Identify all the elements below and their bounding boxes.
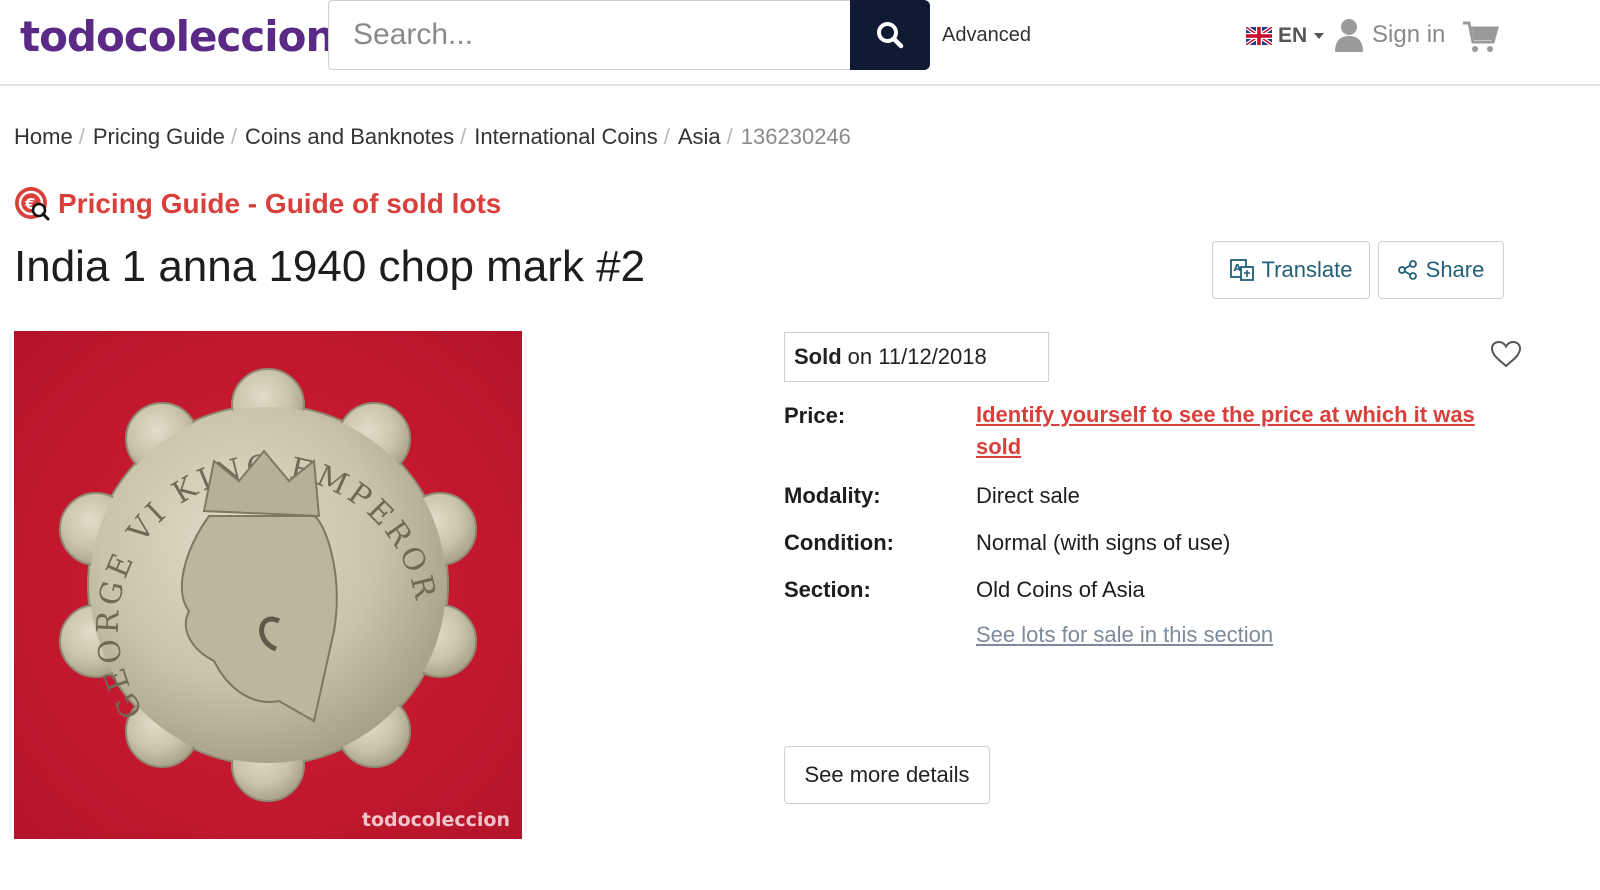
breadcrumb-separator: / (460, 124, 467, 149)
pricing-guide-heading: € Pricing Guide - Guide of sold lots (14, 186, 501, 222)
breadcrumb: Home / Pricing Guide / Coins and Banknot… (14, 124, 851, 150)
condition-value: Normal (with signs of use) (976, 530, 1231, 555)
breadcrumb-separator: / (726, 124, 733, 149)
section-value: Old Coins of Asia (976, 577, 1145, 602)
cart-icon (1463, 21, 1499, 52)
breadcrumb-home[interactable]: Home (14, 124, 73, 150)
favorite-button[interactable] (1490, 340, 1522, 373)
sold-status-badge: Sold on 11/12/2018 (784, 332, 1049, 382)
share-label: Share (1425, 257, 1485, 282)
sign-in-label: Sign in (1372, 21, 1446, 48)
breadcrumb-separator: / (78, 124, 85, 149)
translate-icon: A (1229, 259, 1254, 281)
price-label: Price: (784, 403, 846, 428)
cart-button[interactable] (1462, 20, 1500, 59)
breadcrumb-separator: / (230, 124, 238, 149)
language-selector[interactable]: EN (1246, 24, 1325, 48)
modality-value: Direct sale (976, 483, 1080, 508)
site-header: todocoleccion Advanced EN Sign in (0, 0, 1600, 86)
image-watermark: todocoleccion (361, 809, 510, 831)
breadcrumb-separator: / (663, 124, 670, 149)
sold-date: on 11/12/2018 (847, 344, 987, 369)
condition-label: Condition: (784, 530, 894, 555)
advanced-search-link[interactable]: Advanced (942, 24, 1031, 47)
share-icon (1397, 260, 1417, 280)
language-code: EN (1278, 24, 1308, 47)
breadcrumb-current-lot-id: 136230246 (740, 124, 851, 149)
search-button[interactable] (850, 0, 930, 70)
search-input[interactable] (328, 0, 852, 70)
caret-down-icon (1314, 33, 1325, 39)
breadcrumb-international-coins[interactable]: International Coins (474, 124, 657, 150)
uk-flag-icon (1246, 27, 1272, 45)
breadcrumb-coins-banknotes[interactable]: Coins and Banknotes (245, 124, 454, 150)
translate-label: Translate (1261, 257, 1353, 282)
pricing-guide-label: Pricing Guide - Guide of sold lots (58, 188, 502, 219)
user-icon (1335, 19, 1363, 52)
see-more-details-button[interactable]: See more details (784, 746, 990, 804)
see-lots-for-sale-link[interactable]: See lots for sale in this section (976, 622, 1273, 648)
share-button[interactable]: Share (1378, 241, 1504, 299)
sold-status-label: Sold (794, 344, 842, 369)
identify-price-link[interactable]: Identify yourself to see the price at wh… (976, 399, 1496, 463)
breadcrumb-asia[interactable]: Asia (678, 124, 721, 150)
translate-button[interactable]: A Translate (1212, 241, 1370, 299)
modality-label: Modality: (784, 483, 881, 508)
heart-icon (1490, 340, 1522, 368)
breadcrumb-pricing-guide[interactable]: Pricing Guide (93, 124, 225, 150)
search-icon (877, 22, 904, 49)
sign-in-button[interactable]: Sign in (1334, 18, 1445, 52)
product-image[interactable]: GEORGE VI KING EMPEROR todocoleccion (14, 331, 522, 839)
site-logo[interactable]: todocoleccion (20, 12, 335, 61)
coin-photo: GEORGE VI KING EMPEROR (14, 331, 522, 839)
page-title: India 1 anna 1940 chop mark #2 (14, 242, 646, 291)
section-label: Section: (784, 577, 871, 602)
pricing-guide-icon: € (15, 187, 50, 221)
